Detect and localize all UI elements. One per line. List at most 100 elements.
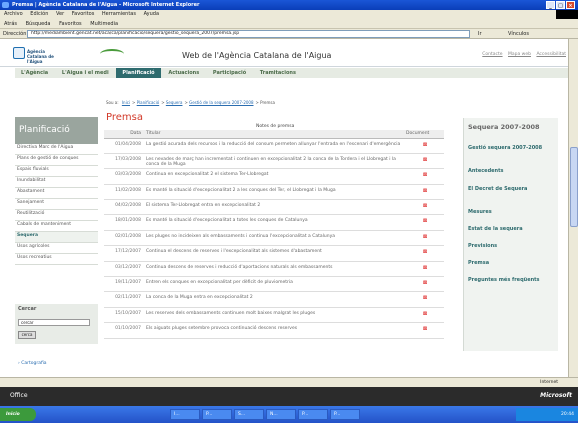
breadcrumb-sequera[interactable]: Sequera [166,100,183,105]
nav-planificacio[interactable]: Planificació [116,68,161,78]
links-label[interactable]: Vínculos [508,29,529,39]
sidebar-item-sanejament[interactable]: Sanejament [15,199,98,210]
pdf-icon[interactable]: ⊠ [422,188,429,196]
row-document[interactable]: ⊠ [406,153,444,170]
right-link-previsions[interactable]: Previsions [468,243,554,249]
row-document[interactable]: ⊠ [406,199,444,216]
row-document[interactable]: ⊠ [406,168,444,185]
right-link-estat[interactable]: Estat de la sequera [468,226,554,232]
sidebar-item-cabals[interactable]: Cabals de manteniment [15,221,98,232]
menu-herramientas[interactable]: Herramientas [102,11,136,17]
nav-tramitacions[interactable]: Tramitacions [254,68,302,78]
right-link-decret[interactable]: El Decret de Sequera [468,186,554,192]
taskbar-item-4[interactable]: N... [266,409,296,420]
aca-logo-icon[interactable] [13,47,25,59]
row-title-link[interactable]: Les reserves dels embassaments continuen… [144,307,406,324]
pdf-icon[interactable]: ⊠ [422,280,429,288]
close-button[interactable]: × [566,1,575,9]
nav-aigua-medi[interactable]: L'Aigua i el medi [56,68,115,78]
sidebar-item-sequera[interactable]: Sequera [15,232,98,243]
row-document[interactable]: ⊠ [406,276,444,293]
menu-ver[interactable]: Ver [56,11,64,17]
row-document[interactable]: ⊠ [406,245,444,262]
sidebar-item-abastament[interactable]: Abastament [15,188,98,199]
office-label[interactable]: Office [10,392,28,399]
menu-favoritos[interactable]: Favoritos [72,11,95,17]
header-link-accessibilitat[interactable]: Accessibilitat [536,52,566,57]
search-input[interactable]: cercar [18,319,90,326]
row-document[interactable]: ⊠ [406,138,444,154]
row-document[interactable]: ⊠ [406,291,444,308]
breadcrumb-planificacio[interactable]: Planificació [137,100,160,105]
taskbar-item-3[interactable]: S... [234,409,264,420]
search-button[interactable]: Búsqueda [26,21,51,27]
row-title-link[interactable]: Continua el descens de reserves i l'exce… [144,245,406,262]
favorites-button[interactable]: Favoritos [59,21,82,27]
address-input[interactable]: http://mediambient.gencat.net/aca/ca/pla… [27,30,470,38]
search-button[interactable]: cerca [18,331,36,339]
pdf-icon[interactable]: ⊠ [422,234,429,242]
breadcrumb-gestio[interactable]: Gestió de la sequera 2007-2008 [189,100,253,105]
pdf-icon[interactable]: ⊠ [422,295,429,303]
taskbar-item-5[interactable]: P... [298,409,328,420]
row-title-link[interactable]: Es manté la situació d'excepcionalitat a… [144,214,406,231]
pdf-icon[interactable]: ⊠ [422,218,429,226]
row-title-link[interactable]: Entren els conques en excepcionalitat pe… [144,276,406,293]
pdf-icon[interactable]: ⊠ [422,172,429,180]
header-link-contacte[interactable]: Contacte [482,52,502,57]
nav-participacio[interactable]: Participació [207,68,252,78]
media-button[interactable]: Multimedia [90,21,118,27]
pdf-icon[interactable]: ⊠ [422,203,429,211]
row-document[interactable]: ⊠ [406,307,444,324]
right-link-gestio[interactable]: Gestió sequera 2007-2008 [468,145,554,151]
sidebar-item-espais[interactable]: Espais fluvials [15,166,98,177]
row-title-link[interactable]: Continua en excepcionalitat 2 el sistema… [144,168,406,185]
row-document[interactable]: ⊠ [406,261,444,278]
row-title-link[interactable]: La conca de la Muga entra en excepcional… [144,291,406,308]
taskbar-item-1[interactable]: I... [170,409,200,420]
sidebar-item-reutilitzacio[interactable]: Reutilització [15,210,98,221]
menu-edicion[interactable]: Edición [30,11,48,17]
header-link-mapa-web[interactable]: Mapa web [508,52,531,57]
pdf-icon[interactable]: ⊠ [422,142,429,150]
row-title-link[interactable]: Es manté la situació d'excepcionalitat 2… [144,184,406,201]
pdf-icon[interactable]: ⊠ [422,157,429,165]
maximize-button[interactable]: □ [556,1,565,9]
nav-actuacions[interactable]: Actuacions [162,68,205,78]
row-title-link[interactable]: La gestió acurada dels recursos i la red… [144,138,406,154]
menu-archivo[interactable]: Archivo [4,11,23,17]
pdf-icon[interactable]: ⊠ [422,249,429,257]
row-title-link[interactable]: Les pluges no incideixen als embassament… [144,230,406,247]
row-title-link[interactable]: Els aiguats pluges setembre provoca cont… [144,322,406,339]
minimize-button[interactable]: _ [546,1,555,9]
pdf-icon[interactable]: ⊠ [422,311,429,319]
sidebar-item-usos-recreatius[interactable]: Usos recreatius [15,254,98,265]
sidebar-item-plans[interactable]: Plans de gestió de conques [15,155,98,166]
breadcrumb-inici[interactable]: Inici [122,100,130,105]
taskbar-item-2[interactable]: P... [202,409,232,420]
nav-agencia[interactable]: L'Agència [15,68,54,78]
row-title-link[interactable]: Continua descens de reserves i reducció … [144,261,406,278]
menu-ayuda[interactable]: Ayuda [144,11,159,17]
sidebar-link-cartografia[interactable]: › Cartografia [18,361,47,366]
taskbar-item-6[interactable]: P... [330,409,360,420]
right-link-premsa[interactable]: Premsa [468,260,554,266]
sidebar-item-inundabilitat[interactable]: Inundabilitat [15,177,98,188]
pdf-icon[interactable]: ⊠ [422,326,429,334]
go-button[interactable]: Ir [478,29,482,39]
row-title-link[interactable]: Les nevades de març han incrementat i co… [144,153,406,170]
row-title-link[interactable]: El sistema Ter-Llobregat entra en excepc… [144,199,406,216]
right-link-preguntes[interactable]: Preguntes més freqüents [468,277,554,283]
row-document[interactable]: ⊠ [406,322,444,339]
row-document[interactable]: ⊠ [406,230,444,247]
sidebar-item-usos-agricoles[interactable]: Usos agrícoles [15,243,98,254]
back-button[interactable]: Atrás [4,21,17,27]
vertical-scrollbar[interactable] [568,39,578,386]
scrollbar-thumb[interactable] [570,147,578,227]
right-link-mesures[interactable]: Mesures [468,209,554,215]
pdf-icon[interactable]: ⊠ [422,265,429,273]
start-button[interactable]: Inicio [0,408,36,421]
right-link-antecedents[interactable]: Antecedents [468,168,554,174]
row-document[interactable]: ⊠ [406,214,444,231]
sidebar-item-directiva[interactable]: Directiva Marc de l'Aigua [15,144,98,155]
